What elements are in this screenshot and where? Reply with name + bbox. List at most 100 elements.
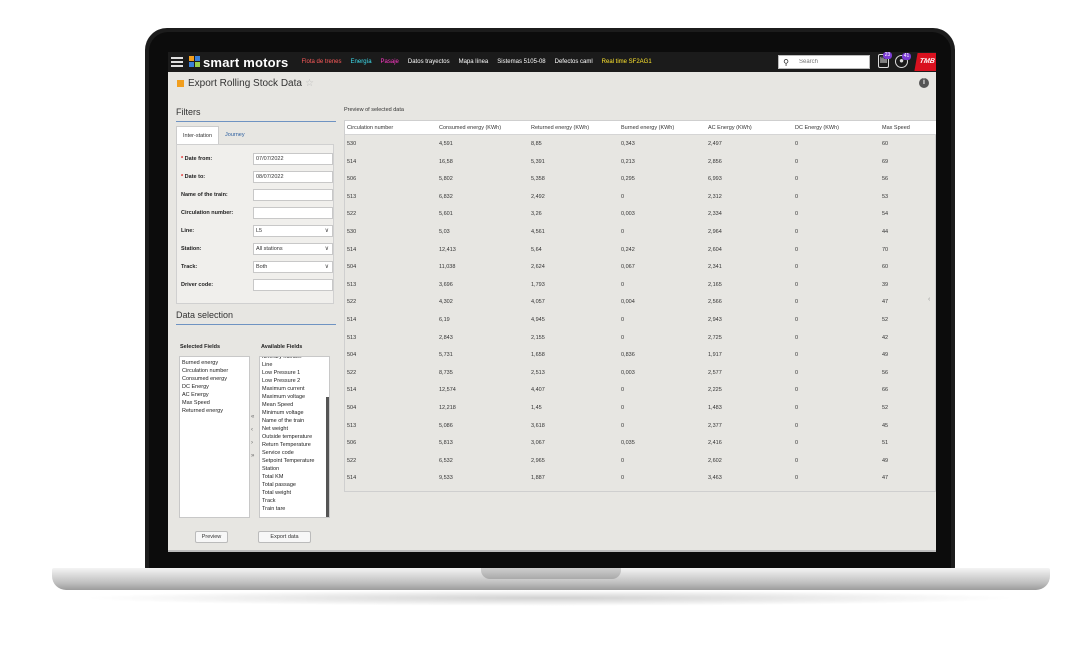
search-box[interactable]: ⚲ (778, 55, 870, 69)
export-data-button[interactable]: Export data (258, 531, 311, 543)
table-row[interactable]: 504 12,218 1,45 0 1,483 0 52 (345, 404, 935, 416)
available-field-item[interactable]: Low Pressure 2 (260, 377, 329, 385)
filter-input[interactable] (253, 189, 333, 201)
bottom-scrollbar[interactable] (168, 550, 936, 552)
table-row[interactable]: 514 16,58 5,391 0,213 2,856 0 69 (345, 158, 935, 170)
table-row[interactable]: 504 5,731 1,658 0,836 1,917 0 49 (345, 351, 935, 363)
collapse-handle-icon[interactable]: ‹ (928, 296, 930, 303)
column-header[interactable]: AC Energy (KWh) (708, 125, 752, 131)
available-field-item[interactable]: Train tare (260, 505, 329, 513)
selected-field-item[interactable]: Max Speed (180, 399, 249, 407)
table-row[interactable]: 522 5,601 3,26 0,003 2,334 0 54 (345, 210, 935, 222)
hamburger-menu-icon[interactable] (171, 57, 183, 67)
available-field-item[interactable]: Line (260, 361, 329, 369)
selected-field-item[interactable]: DC Energy (180, 383, 249, 391)
available-field-item[interactable]: Total KM (260, 473, 329, 481)
column-header[interactable]: Returned energy (KWh) (531, 125, 589, 131)
table-row[interactable]: 506 5,802 5,358 0,295 6,993 0 56 (345, 175, 935, 187)
search-input[interactable] (799, 59, 861, 65)
table-row[interactable]: 514 12,574 4,407 0 2,225 0 66 (345, 386, 935, 398)
table-cell: 513 (347, 281, 357, 288)
available-field-item[interactable]: Net weight (260, 425, 329, 433)
table-row[interactable]: 522 6,532 2,965 0 2,602 0 49 (345, 457, 935, 469)
nav-item[interactable]: Flota de trenes (300, 52, 342, 72)
available-fields-list[interactable]: Itinerary number Line Low Pressure 1 Low Pr… (259, 356, 330, 518)
filter-select[interactable]: L5 ∨ (253, 225, 333, 237)
table-row[interactable]: 514 6,19 4,945 0 2,943 0 52 (345, 316, 935, 328)
filter-input[interactable]: 07/07/2022 (253, 153, 333, 165)
table-cell: 0 (621, 229, 625, 235)
info-icon[interactable]: i (919, 78, 929, 88)
available-field-item[interactable]: Outside temperature (260, 433, 329, 441)
filter-select[interactable]: All stations ∨ (253, 243, 333, 255)
available-field-item[interactable]: Maximum voltage (260, 393, 329, 401)
table-row[interactable]: 513 5,086 3,618 0 2,377 0 45 (345, 422, 935, 434)
table-row[interactable]: 530 5,03 4,561 0 2,964 0 44 (345, 228, 935, 240)
table-row[interactable]: 514 12,413 5,64 0,242 2,604 0 70 (345, 246, 935, 258)
nav-item[interactable]: Mapa línea (458, 52, 490, 72)
chevron-down-icon[interactable]: ∨ (325, 244, 329, 254)
selected-field-item[interactable]: Consumed energy (180, 375, 249, 383)
tab-inter-station[interactable]: Inter-station (176, 126, 220, 144)
available-field-item[interactable]: Setpoint Temperature (260, 457, 329, 465)
search-icon[interactable]: ⚲ (779, 58, 793, 67)
move-left-icon[interactable]: ‹ (251, 427, 254, 433)
column-header[interactable]: Circulation number (347, 125, 393, 131)
table-row[interactable]: 504 11,038 2,624 0,067 2,341 0 60 (345, 263, 935, 275)
notifications-icon[interactable]: ▤ 23 (878, 52, 892, 68)
move-all-left-icon[interactable]: « (251, 414, 254, 420)
table-row[interactable]: 506 5,813 3,067 0,035 2,416 0 51 (345, 439, 935, 451)
selected-field-item[interactable]: Burned energy (180, 359, 249, 367)
available-field-item[interactable]: Minimum voltage (260, 409, 329, 417)
user-profile-icon[interactable]: ● 41 (895, 52, 911, 68)
table-cell: 0,003 (621, 211, 635, 218)
smart-motors-logo[interactable]: smart motors (189, 55, 288, 70)
available-field-item[interactable]: Return Temperature (260, 441, 329, 449)
table-row[interactable]: 514 9,533 1,887 0 3,463 0 47 (345, 474, 935, 486)
move-right-icon[interactable]: › (251, 440, 254, 446)
table-cell: 0 (621, 317, 625, 323)
table-row[interactable]: 513 2,843 2,155 0 2,725 0 42 (345, 334, 935, 346)
available-field-item[interactable]: Total weight (260, 489, 329, 497)
filter-input[interactable] (253, 207, 333, 219)
filter-input[interactable] (253, 279, 333, 291)
table-row[interactable]: 530 4,591 8,85 0,343 2,497 0 60 (345, 140, 935, 152)
preview-button[interactable]: Preview (195, 531, 228, 543)
available-field-item[interactable]: Track (260, 497, 329, 505)
available-fields-scrollbar[interactable] (326, 397, 329, 517)
move-all-right-icon[interactable]: » (251, 453, 254, 459)
favorite-star-icon[interactable]: ☆ (305, 78, 314, 89)
column-header[interactable]: DC Energy (KWh) (795, 125, 839, 131)
available-field-item[interactable]: Mean Speed (260, 401, 329, 409)
available-field-item[interactable]: Service code (260, 449, 329, 457)
nav-item[interactable]: Defectos caml (554, 52, 594, 72)
selected-field-item[interactable]: Circulation number (180, 367, 249, 375)
chevron-down-icon[interactable]: ∨ (325, 262, 329, 272)
tab-journey[interactable]: Journey (219, 126, 251, 144)
column-header[interactable]: Consumed energy (KWh) (439, 125, 501, 131)
selected-field-item[interactable]: Returned energy (180, 407, 249, 415)
nav-item[interactable]: Energía (350, 52, 373, 72)
chevron-down-icon[interactable]: ∨ (325, 226, 329, 236)
nav-item[interactable]: Pasaje (380, 52, 400, 72)
nav-item[interactable]: Sistemas 5105-08 (496, 52, 546, 72)
table-row[interactable]: 522 8,735 2,513 0,003 2,577 0 56 (345, 369, 935, 381)
nav-item[interactable]: Real time SF2AG1 (601, 52, 653, 72)
available-field-item[interactable]: Maximum current (260, 385, 329, 393)
column-header[interactable]: Burned energy (KWh) (621, 125, 674, 131)
available-field-item[interactable]: Low Pressure 1 (260, 369, 329, 377)
selected-fields-list[interactable]: Burned energy Circulation number Consumed … (179, 356, 250, 518)
table-cell: 47 (882, 475, 889, 482)
selected-field-item[interactable]: AC Energy (180, 391, 249, 399)
table-row[interactable]: 513 3,696 1,793 0 2,165 0 39 (345, 281, 935, 293)
table-row[interactable]: 522 4,302 4,057 0,004 2,566 0 47 (345, 298, 935, 310)
table-cell: 49 (882, 352, 889, 359)
nav-item[interactable]: Datos trayectos (407, 52, 451, 72)
available-field-item[interactable]: Total passage (260, 481, 329, 489)
table-row[interactable]: 513 6,832 2,492 0 2,312 0 53 (345, 193, 935, 205)
filter-select[interactable]: Both ∨ (253, 261, 333, 273)
available-field-item[interactable]: Name of the train (260, 417, 329, 425)
filter-input[interactable]: 08/07/2022 (253, 171, 333, 183)
available-field-item[interactable]: Station (260, 465, 329, 473)
column-header[interactable]: Max Speed (882, 125, 910, 131)
